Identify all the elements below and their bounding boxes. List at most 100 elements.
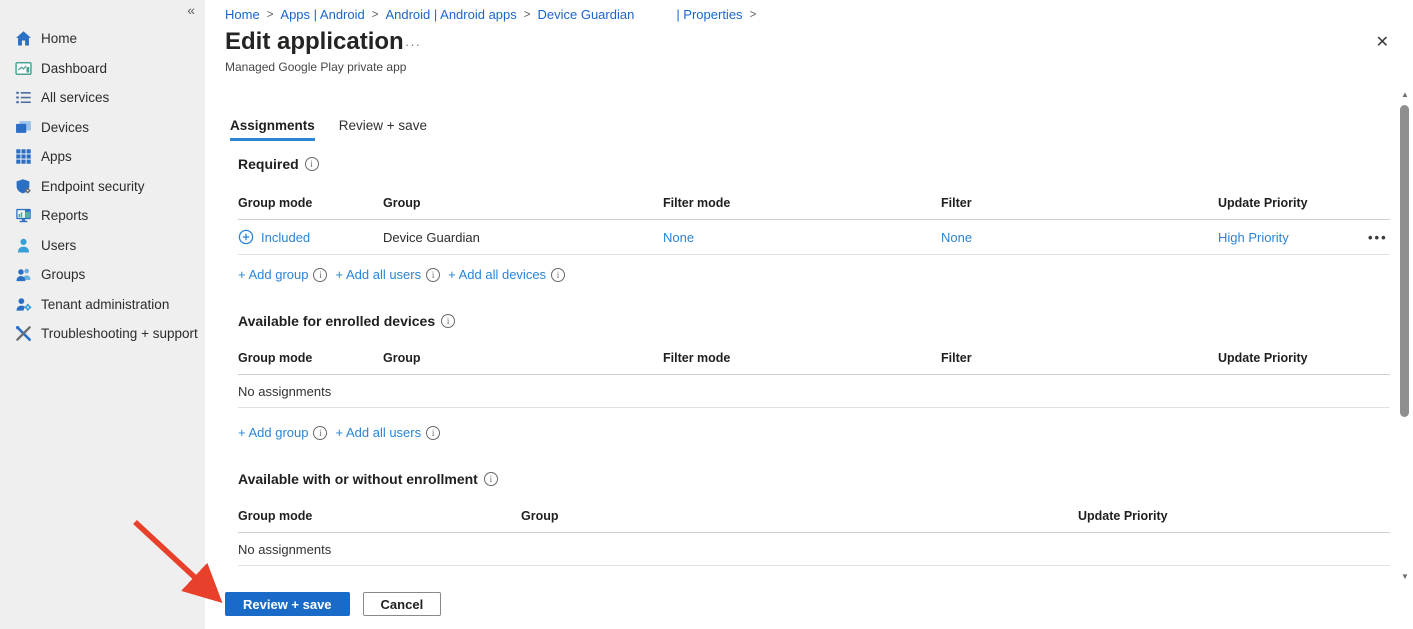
more-options-icon[interactable]: ··· <box>405 37 421 52</box>
add-all-users-label[interactable]: + Add all users <box>335 267 421 282</box>
section-title-without-enrollment: Available with or without enrollment i <box>238 471 498 487</box>
column-header: Group mode <box>238 196 383 210</box>
devices-icon <box>15 119 32 136</box>
scrollbar-thumb[interactable] <box>1400 105 1409 417</box>
vertical-scrollbar[interactable]: ▲ ▼ <box>1398 90 1412 582</box>
review-save-button[interactable]: Review + save <box>225 592 350 616</box>
sidebar-item-reports[interactable]: Reports <box>0 201 205 231</box>
chevron-right-icon: > <box>372 9 379 21</box>
section-title-text: Required <box>238 156 299 172</box>
tab-bar: Assignments Review + save <box>230 118 427 141</box>
footer-actions: Review + save Cancel <box>225 592 441 616</box>
all-services-icon <box>15 89 32 106</box>
tab-review-save[interactable]: Review + save <box>339 118 427 141</box>
dashboard-icon <box>15 60 32 77</box>
chevron-right-icon: > <box>267 9 274 21</box>
info-icon[interactable]: i <box>441 314 455 328</box>
filter-link[interactable]: None <box>941 230 1218 245</box>
reports-icon <box>15 207 32 224</box>
add-group-link[interactable]: + Add group i <box>238 267 327 282</box>
sidebar-item-label: Tenant administration <box>41 297 169 312</box>
scroll-down-icon[interactable]: ▼ <box>1398 572 1412 582</box>
sidebar-item-troubleshooting[interactable]: Troubleshooting + support <box>0 319 205 349</box>
enrolled-table-header: Group mode Group Filter mode Filter Upda… <box>238 351 1390 375</box>
info-icon[interactable]: i <box>551 268 565 282</box>
tenant-administration-icon <box>15 296 32 313</box>
add-group-label[interactable]: + Add group <box>238 425 308 440</box>
breadcrumb: Home > Apps | Android > Android | Androi… <box>225 7 756 22</box>
info-icon[interactable]: i <box>313 426 327 440</box>
add-all-users-link[interactable]: + Add all users i <box>335 267 440 282</box>
sidebar-item-tenant-administration[interactable]: Tenant administration <box>0 290 205 320</box>
sidebar-item-dashboard[interactable]: Dashboard <box>0 54 205 84</box>
column-header: Group <box>383 351 663 365</box>
filter-mode-link[interactable]: None <box>663 230 941 245</box>
column-header: Filter <box>941 196 1218 210</box>
add-all-devices-link[interactable]: + Add all devices i <box>448 267 565 282</box>
scroll-up-icon[interactable]: ▲ <box>1398 90 1412 100</box>
main-panel: Home > Apps | Android > Android | Androi… <box>205 0 1413 629</box>
sidebar-item-label: Troubleshooting + support <box>41 326 198 341</box>
page-title: Edit application <box>225 28 404 56</box>
sidebar-item-groups[interactable]: Groups <box>0 260 205 290</box>
add-all-users-label[interactable]: + Add all users <box>335 425 421 440</box>
without-enrollment-table-header: Group mode Group Update Priority <box>238 509 1390 533</box>
section-title-text: Available with or without enrollment <box>238 471 478 487</box>
add-group-label[interactable]: + Add group <box>238 267 308 282</box>
sidebar-item-label: Devices <box>41 120 89 135</box>
info-icon[interactable]: i <box>305 157 319 171</box>
home-icon <box>15 30 32 47</box>
page-subtitle: Managed Google Play private app <box>225 60 406 74</box>
enrolled-table: Group mode Group Filter mode Filter Upda… <box>238 351 1390 408</box>
close-icon[interactable]: ✕ <box>1376 35 1389 51</box>
group-mode-cell[interactable]: Included <box>238 229 383 245</box>
breadcrumb-android-apps[interactable]: Android | Android apps <box>385 7 516 22</box>
users-icon <box>15 237 32 254</box>
sidebar-nav: Home Dashboard All services Devices Apps… <box>0 24 205 349</box>
included-link[interactable]: Included <box>261 230 310 245</box>
apps-icon <box>15 148 32 165</box>
column-header: Group mode <box>238 351 383 365</box>
sidebar-collapse-icon[interactable]: « <box>187 2 195 18</box>
info-icon[interactable]: i <box>313 268 327 282</box>
sidebar-item-endpoint-security[interactable]: Endpoint security <box>0 172 205 202</box>
chevron-right-icon: > <box>524 9 531 21</box>
plus-circle-icon <box>238 229 254 245</box>
info-icon[interactable]: i <box>426 268 440 282</box>
tab-assignments[interactable]: Assignments <box>230 118 315 141</box>
sidebar-item-label: Groups <box>41 267 85 282</box>
sidebar-item-users[interactable]: Users <box>0 231 205 261</box>
sidebar-item-all-services[interactable]: All services <box>0 83 205 113</box>
breadcrumb-properties[interactable]: | Properties <box>676 7 742 22</box>
column-header: Filter <box>941 351 1218 365</box>
sidebar-item-apps[interactable]: Apps <box>0 142 205 172</box>
cancel-button[interactable]: Cancel <box>363 592 442 616</box>
sidebar-item-label: Home <box>41 31 77 46</box>
info-icon[interactable]: i <box>426 426 440 440</box>
group-cell: Device Guardian <box>383 230 663 245</box>
enrolled-add-links: + Add group i + Add all users i <box>238 425 440 440</box>
add-group-link[interactable]: + Add group i <box>238 425 327 440</box>
breadcrumb-home[interactable]: Home <box>225 7 260 22</box>
required-add-links: + Add group i + Add all users i + Add al… <box>238 267 565 282</box>
sidebar-item-label: Dashboard <box>41 61 107 76</box>
row-context-menu-icon[interactable]: ••• <box>1368 230 1402 245</box>
sidebar-item-label: All services <box>41 90 109 105</box>
update-priority-link[interactable]: High Priority <box>1218 230 1368 245</box>
info-icon[interactable]: i <box>484 472 498 486</box>
section-title-enrolled: Available for enrolled devices i <box>238 313 455 329</box>
sidebar-item-devices[interactable]: Devices <box>0 113 205 143</box>
breadcrumb-apps-android[interactable]: Apps | Android <box>280 7 364 22</box>
add-all-users-link[interactable]: + Add all users i <box>335 425 440 440</box>
endpoint-security-icon <box>15 178 32 195</box>
breadcrumb-device-guardian[interactable]: Device Guardian <box>537 7 634 22</box>
sidebar-item-label: Apps <box>41 149 72 164</box>
chevron-right-icon: > <box>750 9 757 21</box>
section-title-required: Required i <box>238 156 319 172</box>
column-header: Update Priority <box>1218 196 1368 210</box>
sidebar-item-home[interactable]: Home <box>0 24 205 54</box>
troubleshooting-icon <box>15 325 32 342</box>
sidebar-item-label: Reports <box>41 208 88 223</box>
add-all-devices-label[interactable]: + Add all devices <box>448 267 546 282</box>
column-header: Group <box>383 196 663 210</box>
